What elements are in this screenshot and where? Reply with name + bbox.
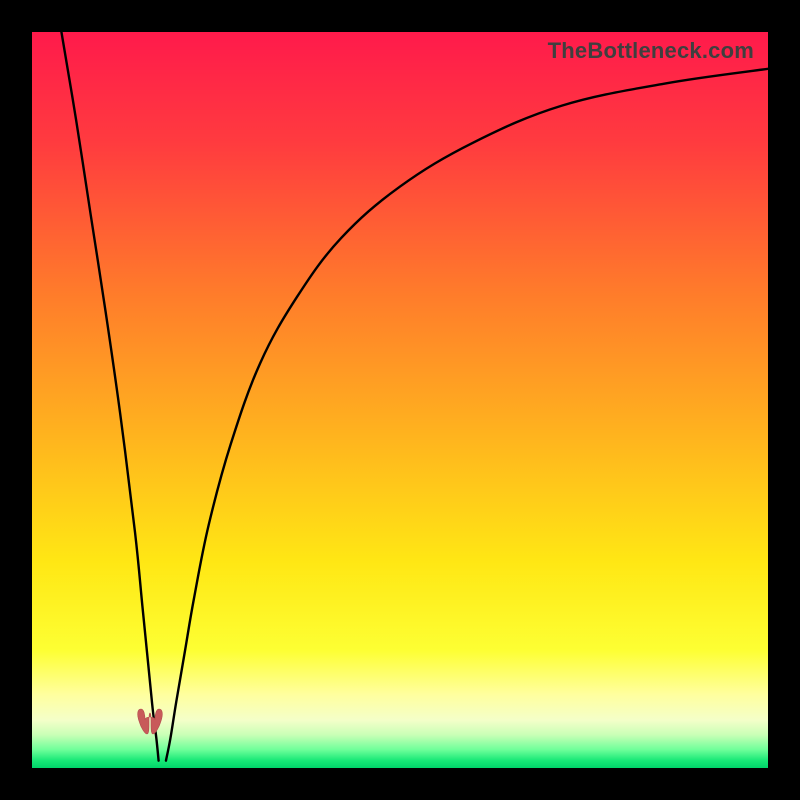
chart-curves [32, 32, 768, 768]
curve-right-branch [166, 69, 768, 761]
plot-area: TheBottleneck.com [32, 32, 768, 768]
chart-frame: TheBottleneck.com [0, 0, 800, 800]
curve-left-branch [61, 32, 158, 761]
